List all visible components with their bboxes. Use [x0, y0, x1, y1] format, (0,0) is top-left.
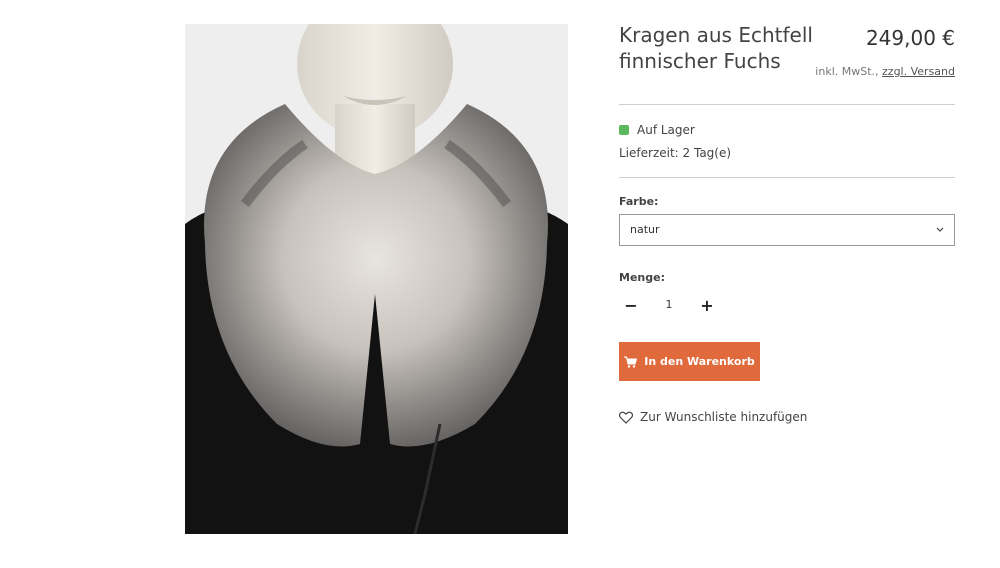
add-to-cart-label: In den Warenkorb: [644, 355, 755, 368]
wishlist-link[interactable]: Zur Wunschliste hinzufügen: [619, 410, 807, 424]
divider: [619, 104, 955, 105]
color-label: Farbe:: [619, 195, 659, 208]
quantity-value[interactable]: 1: [657, 298, 681, 311]
add-to-cart-button[interactable]: In den Warenkorb: [619, 342, 760, 381]
color-select-value: natur: [630, 223, 660, 236]
stock-label: Auf Lager: [637, 123, 695, 137]
quantity-label: Menge:: [619, 271, 665, 284]
cart-icon: [624, 356, 638, 368]
divider: [619, 177, 955, 178]
product-title: Kragen aus Echtfell finnischer Fuchs: [619, 23, 813, 73]
tax-note: inkl. MwSt., zzgl. Versand: [815, 65, 955, 78]
product-info: Kragen aus Echtfell finnischer Fuchs 249…: [619, 0, 955, 568]
chevron-down-icon: [936, 227, 944, 232]
wishlist-label: Zur Wunschliste hinzufügen: [640, 410, 808, 424]
quantity-increase-button[interactable]: +: [695, 294, 719, 318]
tax-text: inkl. MwSt.,: [815, 65, 879, 78]
shipping-link[interactable]: zzgl. Versand: [882, 65, 955, 78]
delivery-time: Lieferzeit: 2 Tag(e): [619, 146, 732, 160]
product-price: 249,00 €: [865, 26, 955, 50]
heart-icon: [619, 411, 633, 424]
stock-indicator-icon: [619, 125, 629, 135]
quantity-stepper: − 1 +: [619, 294, 729, 318]
stock-status: Auf Lager: [619, 123, 695, 137]
color-select[interactable]: natur: [619, 214, 955, 246]
quantity-decrease-button[interactable]: −: [619, 294, 643, 318]
product-photo: [185, 24, 568, 534]
product-image[interactable]: [185, 24, 568, 534]
